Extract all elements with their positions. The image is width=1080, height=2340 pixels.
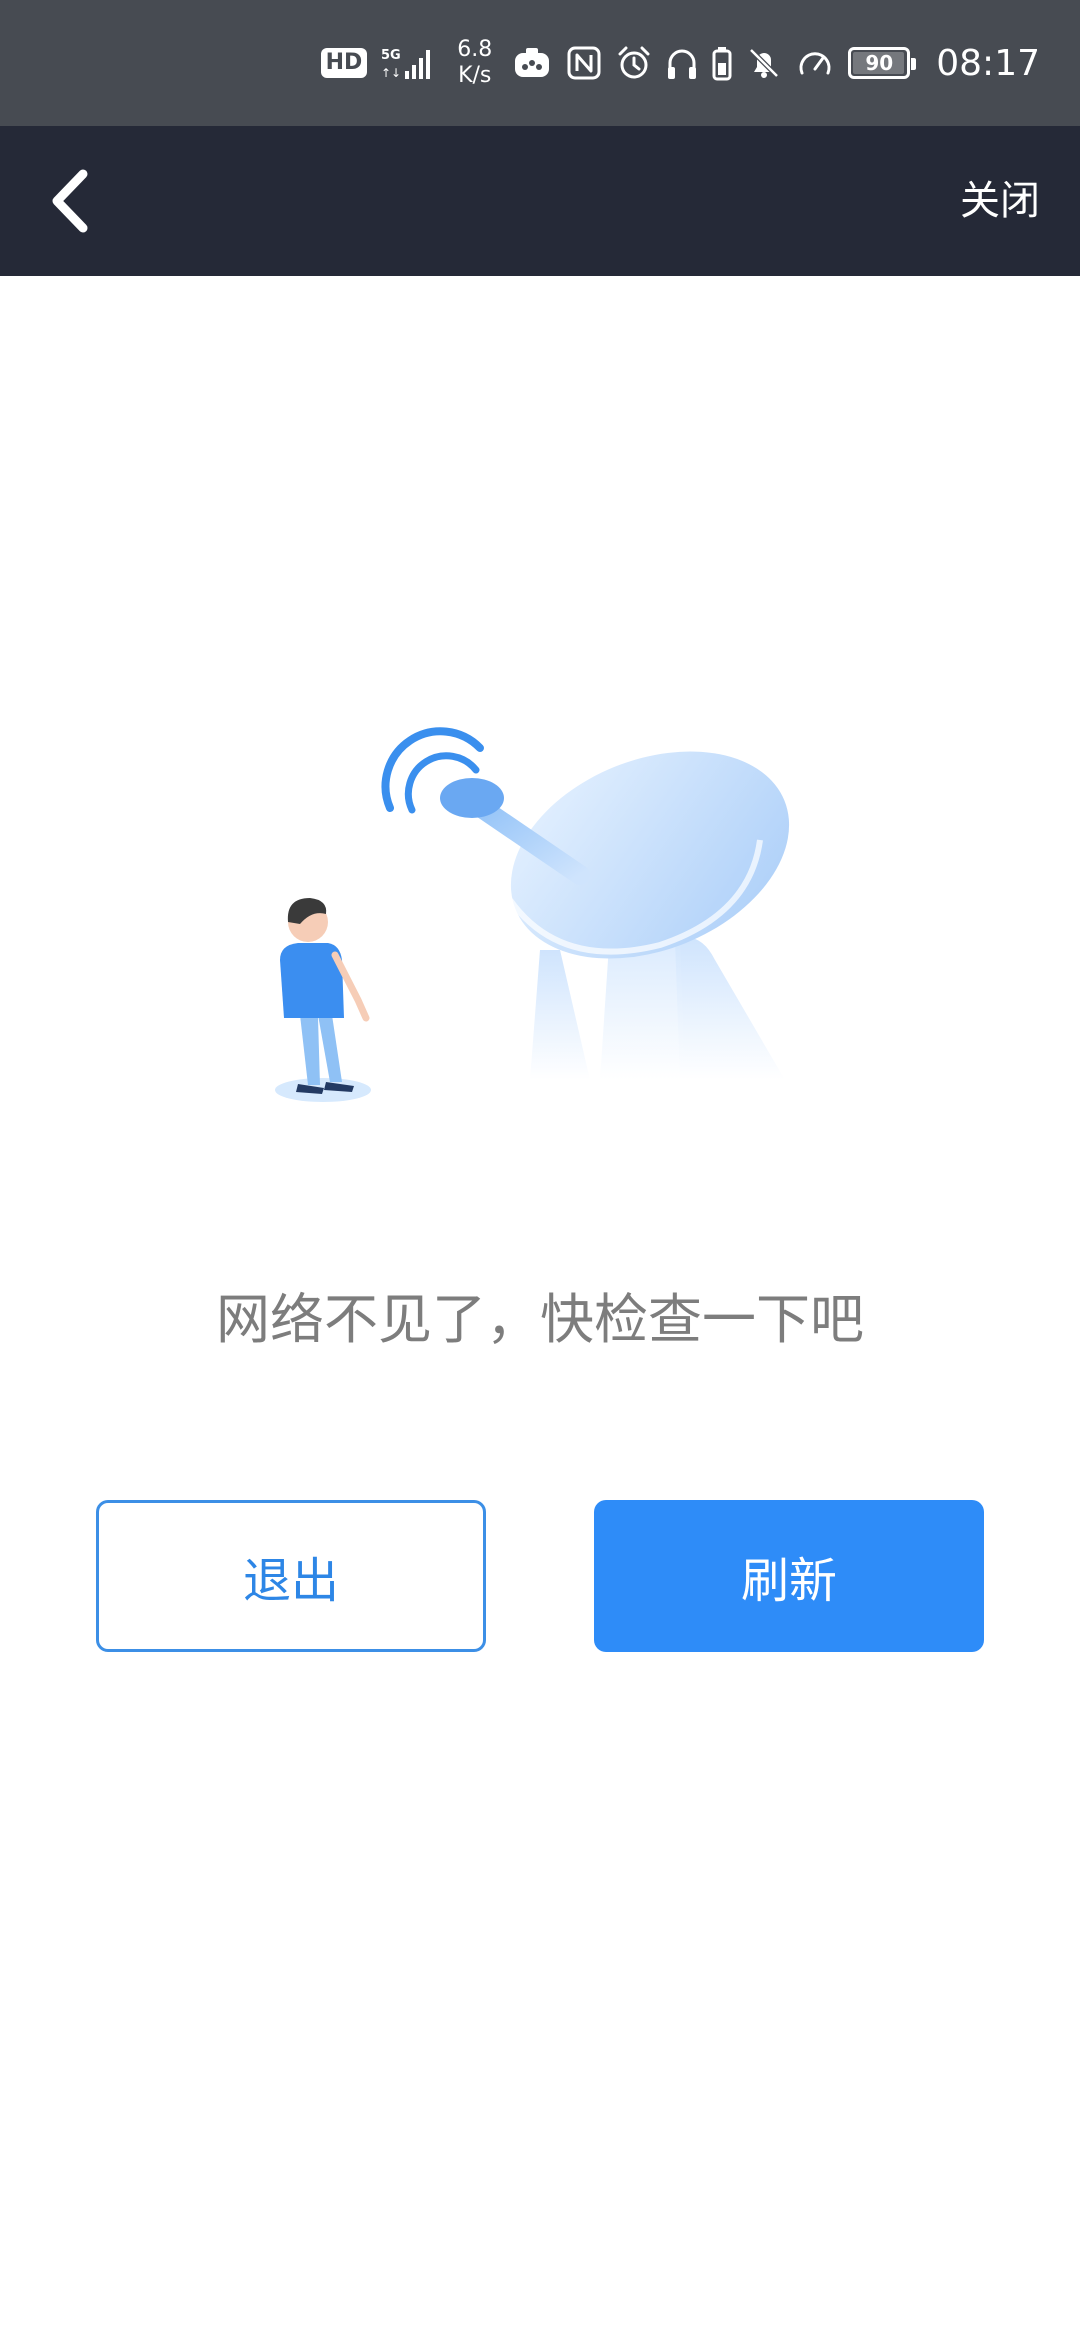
back-button[interactable]	[20, 151, 120, 251]
chevron-left-icon	[52, 169, 88, 233]
error-message: 网络不见了，快检查一下吧	[216, 1288, 864, 1351]
clock: 08:17	[936, 42, 1040, 84]
signal-5g-label: 5G	[381, 48, 401, 63]
nav-bar: 关闭	[0, 126, 1080, 276]
refresh-button[interactable]: 刷新	[594, 1500, 984, 1652]
close-button[interactable]: 关闭	[960, 171, 1040, 231]
battery-saver-icon	[712, 45, 732, 81]
signal-5g-icon: 5G ↑↓	[381, 45, 437, 81]
svg-text:↑↓: ↑↓	[381, 66, 401, 80]
net-speed-value: 6.8	[457, 37, 493, 62]
network-error-illustration	[240, 700, 840, 1120]
exit-button[interactable]: 退出	[96, 1500, 486, 1652]
net-speed-unit: K/s	[458, 63, 492, 88]
net-speed-readout: 6.8 K/s	[457, 37, 492, 89]
app-notification-icon	[512, 45, 552, 81]
headphones-icon	[666, 45, 698, 81]
speedometer-icon	[796, 45, 834, 81]
battery-icon: 90	[848, 47, 917, 79]
mute-bell-icon	[746, 45, 782, 81]
status-bar: HD 5G ↑↓ 6.8 K/s 90 08:17	[0, 0, 1080, 126]
nfc-icon	[566, 45, 602, 81]
battery-level: 90	[865, 51, 894, 75]
status-icons: HD 5G ↑↓ 6.8 K/s 90 08:17	[320, 0, 1040, 126]
hd-icon: HD	[320, 48, 368, 78]
alarm-icon	[616, 45, 652, 81]
